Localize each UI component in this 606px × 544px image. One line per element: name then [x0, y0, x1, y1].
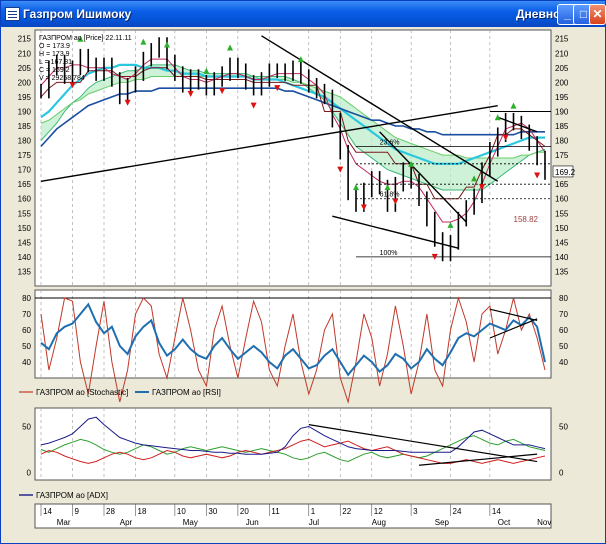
- close-button[interactable]: ✕: [589, 4, 606, 25]
- date-day-label: 11: [271, 507, 280, 516]
- osc-y-tick-left: 80: [22, 294, 31, 303]
- date-day-label: 1: [311, 507, 316, 516]
- y-tick-label-right: 135: [555, 267, 569, 276]
- date-month-label: Apr: [120, 518, 133, 527]
- date-month-label: Jul: [309, 518, 319, 527]
- legend-stochastic-label: ГАЗПРОМ ао [Stochastic]: [36, 388, 128, 397]
- date-month-label: Mar: [57, 518, 71, 527]
- y-tick-label-left: 170: [18, 166, 32, 175]
- y-tick-label-left: 205: [18, 64, 32, 73]
- date-day-label: 3: [413, 507, 418, 516]
- y-tick-label-right: 160: [555, 195, 569, 204]
- price-info-line: O = 173.9: [39, 43, 70, 50]
- y-tick-label-right: 215: [555, 35, 569, 44]
- adx-y-tick-right: 0: [559, 469, 564, 478]
- date-day-label: 18: [138, 507, 147, 516]
- osc-y-tick-left: 50: [22, 342, 31, 351]
- date-day-label: 10: [177, 507, 186, 516]
- fib-label-618: 61.8%: [380, 192, 400, 199]
- osc-y-tick-right: 40: [559, 358, 568, 367]
- y-tick-label-left: 210: [18, 49, 32, 58]
- date-month-label: Sep: [435, 518, 450, 527]
- chart-area[interactable]: 215 215210 210205 205200 200195 195190 190185 1…: [3, 28, 603, 541]
- osc-y-tick-left: 60: [22, 326, 31, 335]
- fib-label-100: 100%: [380, 250, 398, 257]
- y-tick-label-right: 200: [555, 78, 569, 87]
- y-tick-label-right: 180: [555, 137, 569, 146]
- price-pane-title: ГАЗПРОМ ао [Price] 22.11.11: [39, 35, 132, 42]
- y-tick-label-right: 155: [555, 209, 569, 218]
- title-bar[interactable]: Газпром Ишимоку Дневной _ □ ✕: [1, 1, 606, 27]
- y-tick-label-left: 150: [18, 224, 32, 233]
- y-tick-label-right: 175: [555, 151, 569, 160]
- y-tick-label-left: 185: [18, 122, 32, 131]
- y-tick-label-right: 140: [555, 253, 569, 262]
- legend-adx-label: ГАЗПРОМ ао [ADX]: [36, 491, 108, 500]
- y-tick-label-right: 195: [555, 93, 569, 102]
- y-tick-label-left: 160: [18, 195, 32, 204]
- window-title: Газпром Ишимоку: [23, 7, 132, 21]
- level-label-15882: 158.82: [514, 215, 539, 224]
- adx-y-tick-right: 50: [559, 422, 568, 431]
- last-price-label: 169.2: [555, 168, 576, 177]
- y-tick-label-left: 200: [18, 78, 32, 87]
- y-tick-label-right: 145: [555, 238, 569, 247]
- osc-y-tick-right: 80: [559, 294, 568, 303]
- y-tick-label-left: 195: [18, 93, 32, 102]
- date-day-label: 14: [43, 507, 52, 516]
- date-month-label: May: [183, 518, 198, 527]
- date-day-label: 30: [208, 507, 217, 516]
- y-tick-label-left: 165: [18, 180, 32, 189]
- date-day-label: 28: [106, 507, 115, 516]
- chart-app-icon: [5, 7, 20, 21]
- osc-y-tick-left: 40: [22, 358, 31, 367]
- y-tick-label-right: 185: [555, 122, 569, 131]
- y-tick-label-right: 165: [555, 180, 569, 189]
- legend-rsi-label: ГАЗПРОМ ао [RSI]: [152, 388, 221, 397]
- date-day-label: 12: [374, 507, 383, 516]
- date-day-label: 9: [75, 507, 80, 516]
- y-tick-label-left: 145: [18, 238, 32, 247]
- price-info-line: L = 167.81: [39, 59, 72, 66]
- date-month-label: Aug: [372, 518, 386, 527]
- y-tick-label-left: 175: [18, 151, 32, 160]
- y-tick-label-left: 190: [18, 107, 32, 116]
- date-day-label: 20: [240, 507, 249, 516]
- price-info-line: C = 169.2: [39, 67, 70, 74]
- osc-y-tick-right: 70: [559, 310, 568, 319]
- y-tick-label-right: 190: [555, 107, 569, 116]
- fib-label-236: 23.6%: [380, 139, 400, 146]
- y-tick-label-right: 210: [555, 49, 569, 58]
- y-tick-label-left: 135: [18, 267, 32, 276]
- adx-y-tick-left: 50: [22, 422, 31, 431]
- osc-y-tick-right: 60: [559, 326, 568, 335]
- adx-y-tick-left: 0: [27, 469, 32, 478]
- osc-y-tick-right: 50: [559, 342, 568, 351]
- date-day-label: 14: [492, 507, 501, 516]
- y-tick-label-right: 205: [555, 64, 569, 73]
- y-tick-label-left: 215: [18, 35, 32, 44]
- date-month-label: Nov: [537, 518, 551, 527]
- date-day-label: 22: [342, 507, 351, 516]
- date-month-label: Jun: [246, 518, 259, 527]
- pane-2-frame: [34, 407, 552, 481]
- osc-y-tick-left: 70: [22, 310, 31, 319]
- price-info-line: V = 29258.784: [39, 75, 85, 82]
- date-day-label: 24: [453, 507, 462, 516]
- y-tick-label-left: 180: [18, 137, 32, 146]
- y-tick-label-left: 140: [18, 253, 32, 262]
- app-window: Газпром Ишимоку Дневной _ □ ✕ 215 215 210 2…: [0, 0, 606, 544]
- date-month-label: Oct: [498, 518, 511, 527]
- price-info-line: H = 173.9: [39, 51, 70, 58]
- y-tick-label-right: 150: [555, 224, 569, 233]
- y-tick-label-left: 155: [18, 209, 32, 218]
